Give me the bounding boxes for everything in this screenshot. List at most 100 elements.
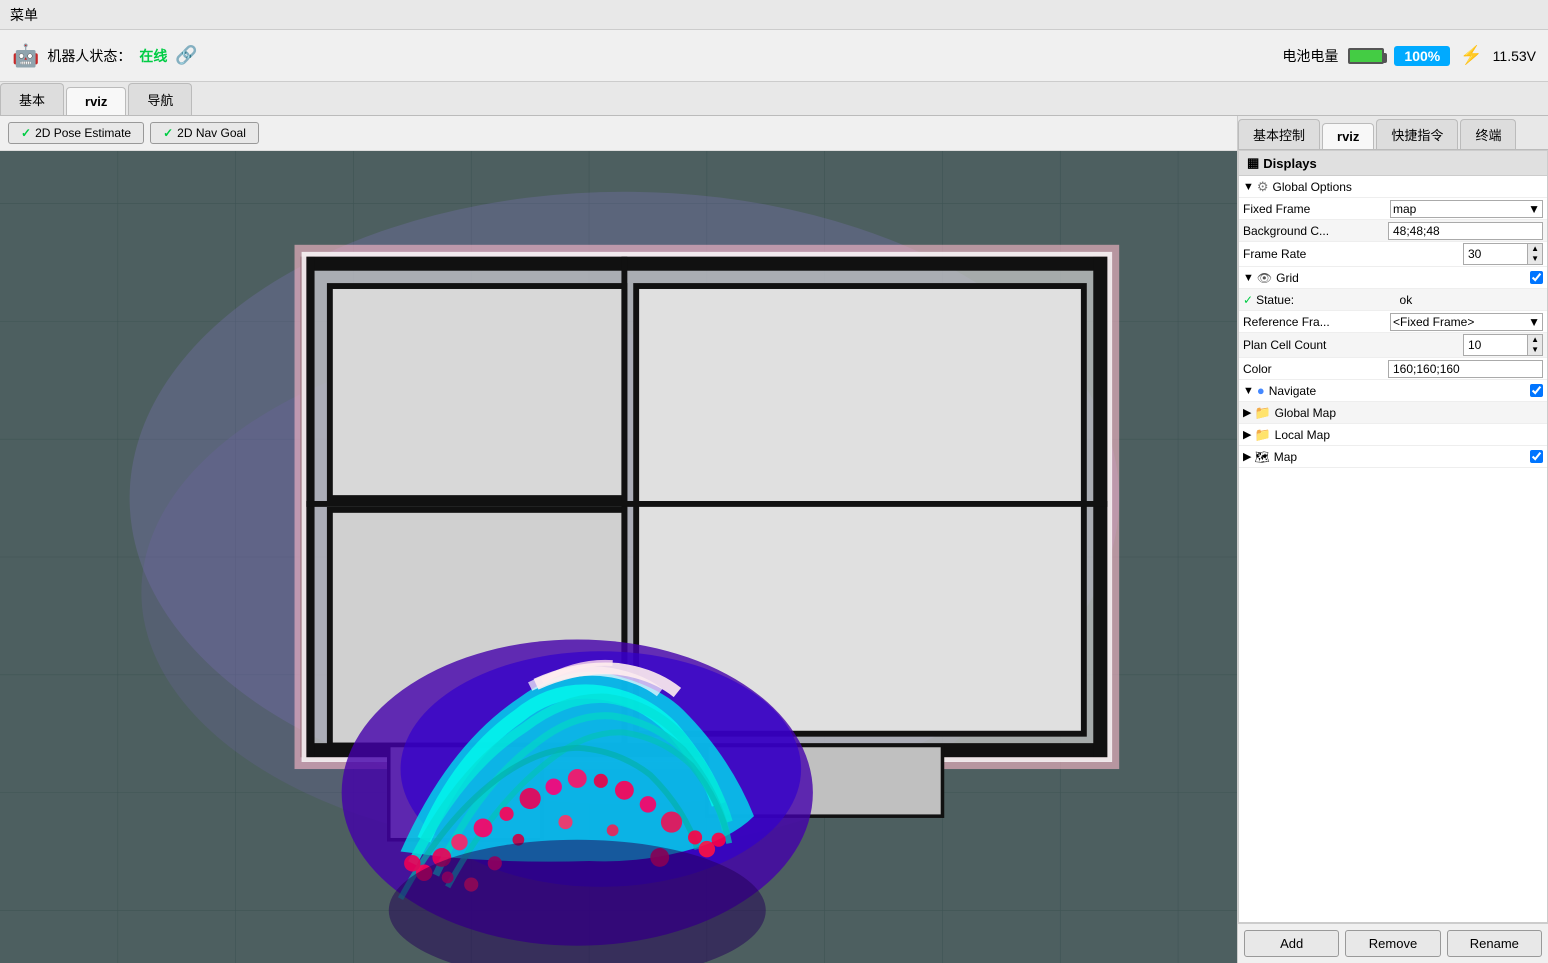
displays-footer: Add Remove Rename xyxy=(1238,923,1548,963)
global-map-row[interactable]: ▶ 📁 Global Map xyxy=(1239,402,1547,424)
map-row[interactable]: ▶ 🗺 Map xyxy=(1239,446,1547,468)
right-panel: 基本控制 rviz 快捷指令 终端 ▦ Displays ▼ ⚙ Global … xyxy=(1238,116,1548,963)
displays-header-label: Displays xyxy=(1263,156,1316,171)
body-container: ✓ 2D Pose Estimate ✓ 2D Nav Goal xyxy=(0,116,1548,963)
battery-percent: 100% xyxy=(1394,46,1450,66)
plan-cell-count-arrows: ▲ ▼ xyxy=(1527,335,1542,355)
remove-button[interactable]: Remove xyxy=(1345,930,1440,957)
displays-header-icon: ▦ xyxy=(1247,155,1259,171)
global-map-label: Global Map xyxy=(1275,406,1543,420)
viewer-panel: ✓ 2D Pose Estimate ✓ 2D Nav Goal xyxy=(0,116,1238,963)
battery-bar xyxy=(1348,48,1384,64)
global-options-row[interactable]: ▼ ⚙ Global Options xyxy=(1239,176,1547,198)
main-tabs: 基本 rviz 导航 xyxy=(0,82,1548,116)
nav-goal-button[interactable]: ✓ 2D Nav Goal xyxy=(150,122,259,144)
tab-rviz-right[interactable]: rviz xyxy=(1322,123,1374,149)
fixed-frame-label: Fixed Frame xyxy=(1243,202,1390,216)
frame-rate-up[interactable]: ▲ xyxy=(1528,244,1542,254)
pose-estimate-button[interactable]: ✓ 2D Pose Estimate xyxy=(8,122,144,144)
viewer-toolbar: ✓ 2D Pose Estimate ✓ 2D Nav Goal xyxy=(0,116,1237,151)
map-checkbox[interactable] xyxy=(1530,450,1543,463)
navigate-checkbox[interactable] xyxy=(1530,384,1543,397)
grid-toggle[interactable]: ▼ xyxy=(1243,272,1254,284)
plan-cell-up[interactable]: ▲ xyxy=(1528,335,1542,345)
local-map-folder-icon: 📁 xyxy=(1254,427,1270,443)
reference-frame-select[interactable]: <Fixed Frame> ▼ xyxy=(1390,313,1543,331)
reference-frame-dropdown-icon[interactable]: ▼ xyxy=(1528,315,1540,329)
displays-panel: ▦ Displays ▼ ⚙ Global Options Fixed Fram… xyxy=(1238,150,1548,923)
background-color-value[interactable]: 48;48;48 xyxy=(1388,222,1543,240)
tab-basic[interactable]: 基本 xyxy=(0,83,64,115)
plan-cell-count-row: Plan Cell Count ▲ ▼ xyxy=(1239,333,1547,358)
grid-checkbox[interactable] xyxy=(1530,271,1543,284)
local-map-label: Local Map xyxy=(1275,428,1543,442)
nav-goal-check: ✓ xyxy=(163,126,173,140)
robot-status-value: 在线 xyxy=(139,46,167,66)
add-button[interactable]: Add xyxy=(1244,930,1339,957)
plan-cell-down[interactable]: ▼ xyxy=(1528,345,1542,355)
color-row: Color 160;160;160 xyxy=(1239,358,1547,380)
frame-rate-down[interactable]: ▼ xyxy=(1528,254,1542,264)
grid-row[interactable]: ▼ 👁 Grid xyxy=(1239,267,1547,289)
header-left: 🤖 机器人状态： 在线 🔗 xyxy=(12,43,198,69)
fixed-frame-select[interactable]: map ▼ xyxy=(1390,200,1543,218)
fixed-frame-value: map xyxy=(1393,202,1416,216)
power-icon: ⚡ xyxy=(1460,45,1482,66)
frame-rate-row: Frame Rate ▲ ▼ xyxy=(1239,242,1547,267)
map-label: Map xyxy=(1274,450,1526,464)
navigate-row[interactable]: ▼ ● Navigate xyxy=(1239,380,1547,402)
grid-eye-icon: 👁 xyxy=(1257,271,1272,285)
grid-label: Grid xyxy=(1276,271,1526,285)
robot-icon: 🤖 xyxy=(12,43,39,69)
rename-button[interactable]: Rename xyxy=(1447,930,1542,957)
tab-terminal[interactable]: 终端 xyxy=(1460,119,1516,149)
statue-value: ok xyxy=(1396,292,1543,308)
tab-rviz[interactable]: rviz xyxy=(66,87,126,115)
header: 🤖 机器人状态： 在线 🔗 电池电量 100% ⚡ 11.53V xyxy=(0,30,1548,82)
nav-goal-label: 2D Nav Goal xyxy=(177,126,246,140)
voltage: 11.53V xyxy=(1493,48,1536,64)
menu-bar: 菜单 xyxy=(0,0,1548,30)
pose-estimate-check: ✓ xyxy=(21,126,31,140)
global-map-toggle[interactable]: ▶ xyxy=(1243,406,1251,419)
local-map-toggle[interactable]: ▶ xyxy=(1243,428,1251,441)
tab-navigation[interactable]: 导航 xyxy=(128,83,192,115)
plan-cell-count-input[interactable] xyxy=(1464,337,1527,353)
frame-rate-label: Frame Rate xyxy=(1243,247,1463,261)
statue-row: ✓ Statue: ok xyxy=(1239,289,1547,311)
fixed-frame-dropdown-icon[interactable]: ▼ xyxy=(1528,202,1540,216)
gear-icon: ⚙ xyxy=(1257,179,1269,195)
menu-label[interactable]: 菜单 xyxy=(10,5,38,25)
tab-basic-control[interactable]: 基本控制 xyxy=(1238,119,1320,149)
plan-cell-count-spinbox[interactable]: ▲ ▼ xyxy=(1463,334,1543,356)
robot-status-label: 机器人状态： xyxy=(47,46,131,66)
frame-rate-input[interactable] xyxy=(1464,246,1527,262)
local-map-row[interactable]: ▶ 📁 Local Map xyxy=(1239,424,1547,446)
map-visualization xyxy=(0,151,1237,963)
background-color-label: Background C... xyxy=(1243,224,1388,238)
right-tabs: 基本控制 rviz 快捷指令 终端 xyxy=(1238,116,1548,150)
frame-rate-arrows: ▲ ▼ xyxy=(1527,244,1542,264)
map-canvas[interactable] xyxy=(0,151,1237,963)
fixed-frame-row: Fixed Frame map ▼ xyxy=(1239,198,1547,220)
reference-frame-value: <Fixed Frame> xyxy=(1393,315,1474,329)
navigate-icon: ● xyxy=(1257,383,1265,398)
statue-label: Statue: xyxy=(1256,293,1395,307)
navigate-toggle[interactable]: ▼ xyxy=(1243,385,1254,397)
header-right: 电池电量 100% ⚡ 11.53V xyxy=(1282,45,1536,66)
tab-quick-commands[interactable]: 快捷指令 xyxy=(1376,119,1458,149)
color-label: Color xyxy=(1243,362,1388,376)
reference-frame-label: Reference Fra... xyxy=(1243,315,1390,329)
statue-check-icon: ✓ xyxy=(1243,293,1253,307)
global-map-folder-icon: 📁 xyxy=(1254,405,1270,421)
map-icon: 🗺 xyxy=(1254,450,1269,464)
map-toggle[interactable]: ▶ xyxy=(1243,450,1251,463)
global-options-toggle[interactable]: ▼ xyxy=(1243,181,1254,193)
displays-header: ▦ Displays xyxy=(1239,151,1547,176)
frame-rate-spinbox[interactable]: ▲ ▼ xyxy=(1463,243,1543,265)
navigate-label: Navigate xyxy=(1269,384,1526,398)
color-value[interactable]: 160;160;160 xyxy=(1388,360,1543,378)
background-color-row: Background C... 48;48;48 xyxy=(1239,220,1547,242)
battery-label: 电池电量 xyxy=(1282,46,1338,66)
link-icon: 🔗 xyxy=(175,45,197,66)
